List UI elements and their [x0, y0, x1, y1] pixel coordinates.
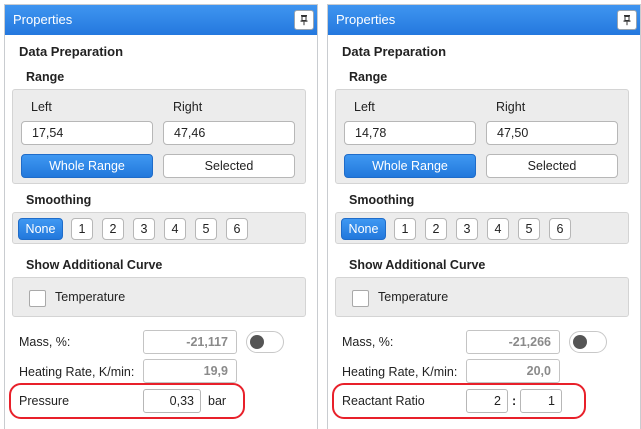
- right-range-input[interactable]: 47,46: [163, 121, 295, 145]
- pin-icon[interactable]: [294, 10, 314, 30]
- pressure-label: Pressure: [19, 394, 70, 408]
- properties-panel-right: Properties Data Preparation Range Left R…: [327, 4, 641, 429]
- additional-curve-title: Show Additional Curve: [26, 258, 163, 272]
- left-range-input[interactable]: 14,78: [344, 121, 476, 145]
- heating-rate-label: Heating Rate, K/min:: [19, 365, 135, 379]
- mass-label: Mass, %:: [342, 335, 394, 349]
- smoothing-box: None 1 2 3 4 5 6: [12, 212, 306, 244]
- additional-curve-box: Temperature: [335, 277, 629, 317]
- selected-button[interactable]: Selected: [163, 154, 295, 178]
- smoothing-1-button[interactable]: 1: [71, 218, 93, 240]
- range-title: Range: [349, 70, 388, 84]
- additional-curve-title: Show Additional Curve: [349, 258, 486, 272]
- whole-range-button[interactable]: Whole Range: [21, 154, 153, 178]
- reactant-ratio-label: Reactant Ratio: [342, 394, 425, 408]
- reactant-ratio-b-input[interactable]: 1: [520, 389, 562, 413]
- smoothing-3-button[interactable]: 3: [456, 218, 478, 240]
- range-box: Left Right 14,78 47,50 Whole Range Selec…: [335, 89, 629, 184]
- temperature-checkbox[interactable]: [29, 290, 46, 307]
- smoothing-box: None 1 2 3 4 5 6: [335, 212, 629, 244]
- panel-title: Properties: [336, 12, 396, 27]
- panel-header: Properties: [328, 5, 640, 35]
- smoothing-5-button[interactable]: 5: [195, 218, 217, 240]
- smoothing-title: Smoothing: [26, 193, 92, 207]
- right-range-input[interactable]: 47,50: [486, 121, 618, 145]
- reactant-ratio-a-input[interactable]: 2: [466, 389, 508, 413]
- smoothing-6-button[interactable]: 6: [226, 218, 248, 240]
- left-label: Left: [31, 100, 52, 114]
- heating-rate-value: 20,0: [466, 359, 560, 383]
- pin-icon[interactable]: [617, 10, 637, 30]
- right-label: Right: [173, 100, 203, 114]
- smoothing-4-button[interactable]: 4: [164, 218, 186, 240]
- smoothing-none-button[interactable]: None: [341, 218, 386, 240]
- heating-rate-label: Heating Rate, K/min:: [342, 365, 458, 379]
- selected-button[interactable]: Selected: [486, 154, 618, 178]
- temperature-checkbox[interactable]: [352, 290, 369, 307]
- smoothing-2-button[interactable]: 2: [102, 218, 124, 240]
- mass-label: Mass, %:: [19, 335, 71, 349]
- mass-value: -21,266: [466, 330, 560, 354]
- additional-curve-box: Temperature: [12, 277, 306, 317]
- smoothing-3-button[interactable]: 3: [133, 218, 155, 240]
- panel-title: Properties: [13, 12, 73, 27]
- heating-rate-value: 19,9: [143, 359, 237, 383]
- left-range-input[interactable]: 17,54: [21, 121, 153, 145]
- pressure-unit: bar: [208, 394, 227, 408]
- properties-panel-left: Properties Data Preparation Range Left R…: [4, 4, 318, 429]
- smoothing-title: Smoothing: [349, 193, 415, 207]
- range-box: Left Right 17,54 47,46 Whole Range Selec…: [12, 89, 306, 184]
- mass-value: -21,117: [143, 330, 237, 354]
- smoothing-4-button[interactable]: 4: [487, 218, 509, 240]
- smoothing-5-button[interactable]: 5: [518, 218, 540, 240]
- ratio-separator: :: [512, 394, 517, 408]
- left-label: Left: [354, 100, 375, 114]
- temperature-label: Temperature: [55, 290, 126, 304]
- section-title: Data Preparation: [19, 44, 124, 59]
- smoothing-none-button[interactable]: None: [18, 218, 63, 240]
- smoothing-1-button[interactable]: 1: [394, 218, 416, 240]
- toggle-knob: [573, 335, 587, 349]
- range-title: Range: [26, 70, 65, 84]
- toggle-knob: [250, 335, 264, 349]
- mass-toggle[interactable]: [569, 331, 607, 353]
- panel-header: Properties: [5, 5, 317, 35]
- pressure-input[interactable]: 0,33: [143, 389, 201, 413]
- smoothing-6-button[interactable]: 6: [549, 218, 571, 240]
- right-label: Right: [496, 100, 526, 114]
- mass-toggle[interactable]: [246, 331, 284, 353]
- section-title: Data Preparation: [342, 44, 447, 59]
- smoothing-2-button[interactable]: 2: [425, 218, 447, 240]
- temperature-label: Temperature: [378, 290, 449, 304]
- whole-range-button[interactable]: Whole Range: [344, 154, 476, 178]
